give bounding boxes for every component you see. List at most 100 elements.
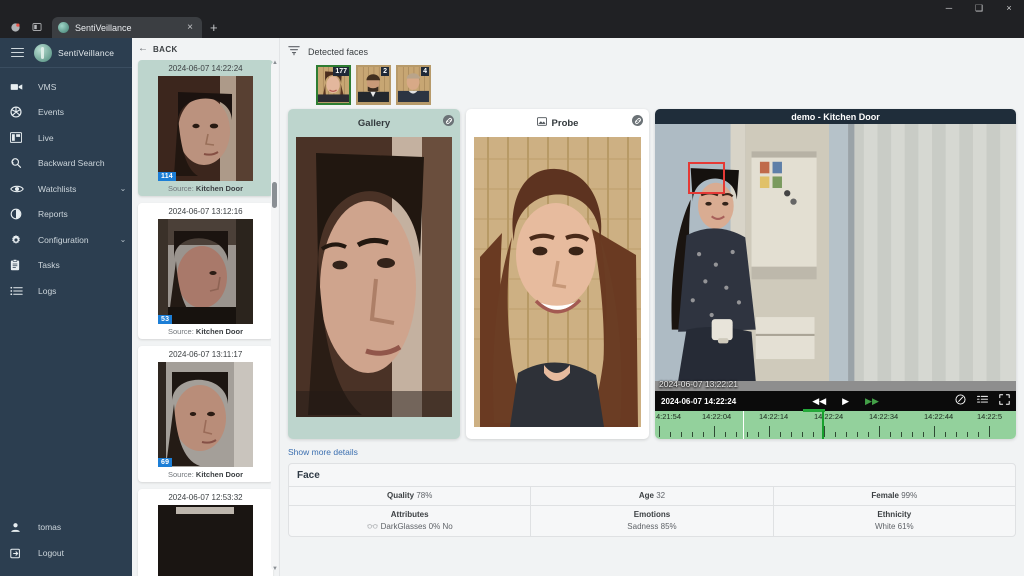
filter-icon[interactable] xyxy=(288,43,300,61)
chevron-down-icon[interactable]: ⌄ xyxy=(114,184,132,193)
link-icon[interactable] xyxy=(443,115,454,126)
sidebar-item-live[interactable]: Live xyxy=(0,125,132,151)
result-face-image: 53 xyxy=(158,219,253,324)
timeline-playhead[interactable] xyxy=(822,411,824,439)
result-source: Source: Kitchen Door xyxy=(167,184,244,193)
image-icon xyxy=(536,117,547,129)
sidebar-item-watchlists[interactable]: Watchlists ⌄ xyxy=(0,176,132,202)
sidebar-item-backward-search[interactable]: Backward Search xyxy=(0,151,132,177)
gallery-face-image xyxy=(296,137,452,429)
video-stage[interactable]: 2024-06-07 13:22:21 xyxy=(655,124,1016,391)
sidebar-label: Reports xyxy=(38,209,68,220)
result-face-image xyxy=(158,505,253,576)
aperture-icon xyxy=(10,106,38,118)
sidebar-label: Logs xyxy=(38,285,57,296)
browser-window: ─ ❑ × SentiVeillance × + htt xyxy=(0,0,1024,576)
video-overlay-timestamp: 2024-06-07 13:22:21 xyxy=(659,379,738,389)
copilot-icon[interactable] xyxy=(4,16,26,38)
face-detection-box xyxy=(688,162,725,194)
gallery-panel: Gallery xyxy=(288,109,460,439)
video-camera-icon xyxy=(10,82,38,92)
timeline-label: 14:22:34 xyxy=(869,412,899,421)
results-scrollbar[interactable]: ▲ ▼ xyxy=(271,60,278,572)
window-controls: ─ ❑ × xyxy=(934,0,1024,16)
menu-toggle-button[interactable] xyxy=(0,38,34,68)
timeline-labels: 4:21:54 14:22:04 14:22:14 14:22:24 14:22… xyxy=(655,411,1016,422)
sidebar-item-events[interactable]: Events xyxy=(0,100,132,126)
sidebar-item-vms[interactable]: VMS xyxy=(0,74,132,100)
sidebar-label: Watchlists xyxy=(38,183,77,194)
sidebar-item-logout[interactable]: Logout xyxy=(0,540,132,566)
search-back-icon xyxy=(10,157,38,169)
results-panel: ← BACK 2024-06-07 14:22:24 114 Source: K… xyxy=(132,38,280,576)
scrollbar-thumb[interactable] xyxy=(272,182,277,208)
playlist-icon[interactable] xyxy=(977,392,988,410)
tab-search-icon[interactable] xyxy=(26,16,48,38)
result-thumbnail[interactable]: 2024-06-07 13:11:17 69 Source: Kitchen D… xyxy=(138,346,273,482)
detail-quality: Quality 78% xyxy=(289,487,532,505)
glasses-icon xyxy=(366,522,378,531)
sidebar-label: Tasks xyxy=(38,260,60,271)
show-more-details-link[interactable]: Show more details xyxy=(280,439,358,463)
browser-tab[interactable]: SentiVeillance × xyxy=(52,17,202,38)
results-thumbnail-list[interactable]: 2024-06-07 14:22:24 114 Source: Kitchen … xyxy=(132,60,279,576)
sidebar-label: Backward Search xyxy=(38,158,105,169)
sidebar-item-logs[interactable]: Logs xyxy=(0,278,132,304)
sidebar-label: VMS xyxy=(38,81,57,92)
clipboard-icon xyxy=(10,259,38,271)
video-controls: 2024-06-07 14:22:24 ◀◀ ▶ ▶▶ xyxy=(655,391,1016,411)
back-arrow-icon[interactable]: ← xyxy=(138,44,148,54)
detected-face-chip[interactable]: 177 xyxy=(316,65,351,105)
sidebar-item-tasks[interactable]: Tasks xyxy=(0,253,132,279)
rewind-button[interactable]: ◀◀ xyxy=(812,396,826,407)
result-thumbnail[interactable]: 2024-06-07 13:12:16 53 Source: Kitchen D… xyxy=(138,203,273,339)
video-timeline[interactable]: 4:21:54 14:22:04 14:22:14 14:22:24 14:22… xyxy=(655,409,1016,439)
app-brand-name: SentiVeillance xyxy=(58,47,115,58)
sidebar-label: Configuration xyxy=(38,234,89,245)
fullscreen-icon[interactable] xyxy=(999,392,1010,410)
main-content: Detected faces 177 2 4 Gallery Probe dem… xyxy=(280,38,1024,576)
app-viewport: SentiVeillance VMS Events Live Backward … xyxy=(0,38,1024,576)
detected-face-chip[interactable]: 4 xyxy=(396,65,431,105)
sidebar-item-reports[interactable]: Reports xyxy=(0,202,132,228)
face-details-row: Attributes DarkGlasses 0% No Emotions Sa… xyxy=(289,505,1015,536)
timeline-label: 14:22:24 xyxy=(814,412,844,421)
result-source: Source: Kitchen Door xyxy=(167,470,244,479)
window-close-button[interactable]: × xyxy=(994,0,1024,16)
detail-gender: Female 99% xyxy=(871,491,918,500)
speed-gauge-icon[interactable] xyxy=(955,392,966,410)
scroll-down-icon[interactable]: ▼ xyxy=(272,566,278,572)
window-minimize-button[interactable]: ─ xyxy=(934,0,964,16)
result-score-badge: 53 xyxy=(158,315,173,324)
gear-icon xyxy=(10,234,38,246)
play-button[interactable]: ▶ xyxy=(842,396,849,407)
result-thumbnail[interactable]: 2024-06-07 14:22:24 114 Source: Kitchen … xyxy=(138,60,273,196)
video-panel: demo - Kitchen Door 2024-06-07 13:22:21 … xyxy=(655,109,1016,439)
result-face-image: 69 xyxy=(158,362,253,467)
back-button-label[interactable]: BACK xyxy=(153,45,178,54)
fast-forward-button[interactable]: ▶▶ xyxy=(865,396,879,407)
chevron-down-icon[interactable]: ⌄ xyxy=(114,235,132,244)
new-tab-button[interactable]: + xyxy=(202,17,226,38)
timeline-label: 14:22:14 xyxy=(759,412,789,421)
result-face-image: 114 xyxy=(158,76,253,181)
tab-close-icon[interactable]: × xyxy=(184,22,196,33)
result-thumbnail[interactable]: 2024-06-07 12:53:32 xyxy=(138,489,273,576)
detected-faces-bar: Detected faces 177 2 4 xyxy=(280,38,1024,109)
result-timestamp: 2024-06-07 13:12:16 xyxy=(168,207,243,216)
window-maximize-button[interactable]: ❑ xyxy=(964,0,994,16)
sidebar-label: Live xyxy=(38,132,54,143)
browser-tabstrip: SentiVeillance × + xyxy=(0,16,1024,38)
face-details-title: Face xyxy=(297,470,320,481)
sidebar-footer: tomas Logout xyxy=(0,514,132,576)
scroll-up-icon[interactable]: ▲ xyxy=(272,60,278,66)
comparison-panels: Gallery Probe demo - Kitchen Door 2024-0… xyxy=(280,109,1024,439)
video-panel-title: demo - Kitchen Door xyxy=(655,109,1016,124)
browser-titlebar: ─ ❑ × xyxy=(0,0,1024,16)
sidebar-item-user[interactable]: tomas xyxy=(0,514,132,540)
sidebar-item-configuration[interactable]: Configuration ⌄ xyxy=(0,227,132,253)
link-icon[interactable] xyxy=(632,115,643,126)
gallery-panel-header: Gallery xyxy=(288,109,460,137)
detected-face-chip[interactable]: 2 xyxy=(356,65,391,105)
probe-face-image xyxy=(474,137,641,429)
